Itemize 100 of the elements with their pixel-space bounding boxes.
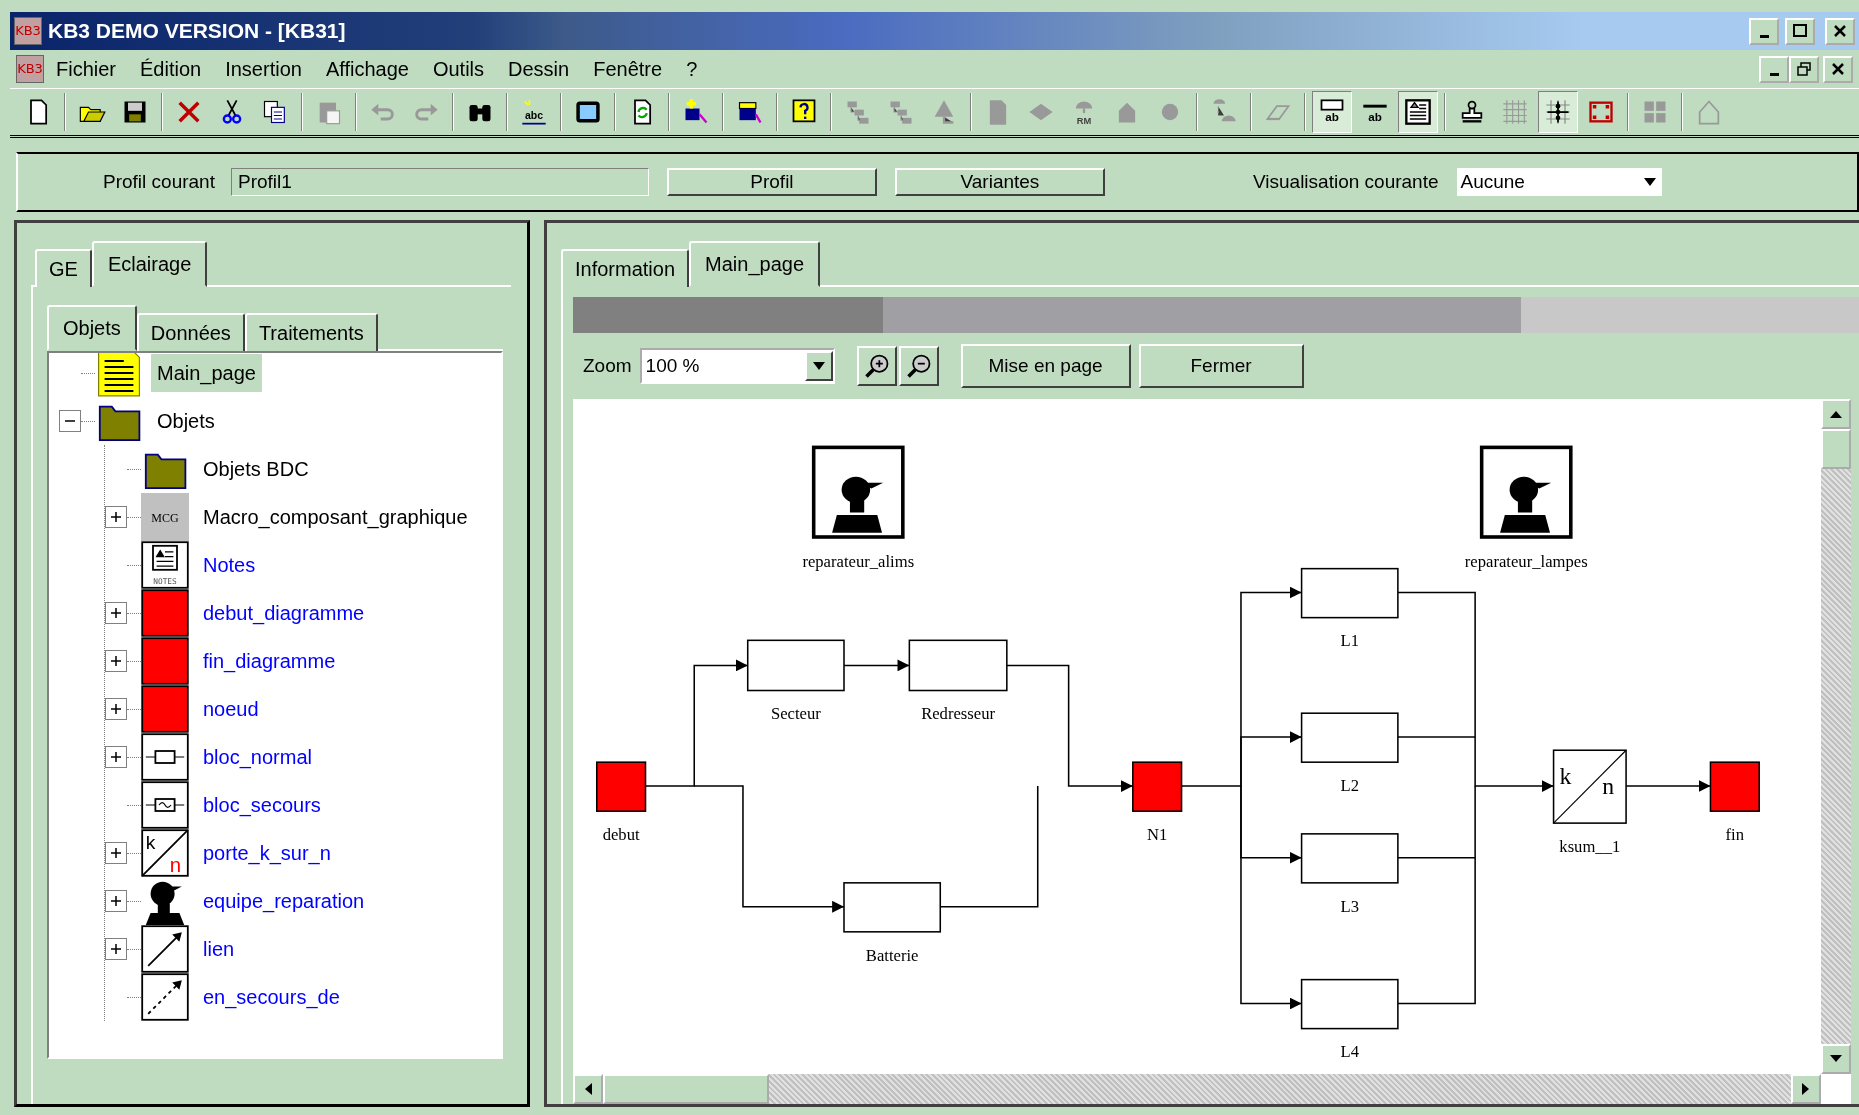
tree-item[interactable]: Macro_composant_graphique	[197, 498, 474, 536]
profile-button[interactable]: Variantes	[894, 168, 1105, 196]
node-label: reparateur_alims	[802, 552, 915, 572]
view-dropdown[interactable]: Aucune	[1456, 168, 1662, 196]
node-label: debut	[602, 824, 640, 844]
profile-button[interactable]: Profil	[666, 168, 877, 196]
zoom-dropdown[interactable]: 100 %	[639, 348, 835, 384]
arrow-left-icon	[584, 1083, 592, 1095]
gate-icon: k n	[141, 829, 189, 877]
event-node	[596, 761, 647, 812]
tree-item[interactable]: fin_diagramme	[197, 642, 342, 680]
menu-item[interactable]: Dessin	[496, 54, 582, 84]
snap-grid-icon	[1544, 98, 1572, 126]
connector-arrow	[843, 659, 911, 672]
plus-icon	[109, 894, 123, 908]
toolbar-button[interactable]	[1398, 91, 1438, 133]
menu-item[interactable]: Édition	[128, 54, 214, 84]
dropdown-arrow-icon	[811, 361, 826, 371]
menu-item[interactable]: Insertion	[213, 54, 314, 84]
tab[interactable]: Information	[561, 249, 690, 287]
scrollbar-thumb[interactable]	[1821, 429, 1851, 469]
block-icon	[141, 733, 189, 781]
node-label: Secteur	[770, 704, 821, 724]
node-label: L3	[1340, 896, 1359, 916]
menu-item[interactable]: Outils	[420, 54, 497, 84]
arrow-down-icon	[1830, 1055, 1842, 1063]
tree-item[interactable]: Objets BDC	[197, 450, 315, 488]
arrow-up-icon	[1830, 410, 1842, 418]
zoom-in-button[interactable]	[856, 346, 897, 386]
close-button[interactable]	[1825, 17, 1855, 45]
restore-icon	[1796, 62, 1812, 76]
toolbar-button[interactable]: ab	[1355, 91, 1395, 133]
expand-toggle[interactable]	[105, 602, 127, 624]
tree-item[interactable]: bloc_secours	[197, 786, 327, 824]
scrollbar-thumb[interactable]	[603, 1074, 769, 1104]
maximize-icon	[1792, 24, 1808, 38]
tree-item[interactable]: Objets	[151, 402, 221, 440]
expand-toggle[interactable]	[105, 506, 127, 528]
scroll-down-button[interactable]	[1821, 1044, 1851, 1074]
toolbar-button[interactable]: ab	[1312, 91, 1352, 133]
restore-button[interactable]	[1789, 55, 1819, 83]
expand-toggle[interactable]	[59, 410, 81, 432]
event-node	[1132, 761, 1183, 812]
app-logo: KB3	[14, 17, 42, 45]
tree-item[interactable]: en_secours_de	[197, 978, 346, 1016]
tree-item[interactable]: lien	[197, 930, 241, 968]
minimize-button[interactable]	[1759, 55, 1789, 83]
tree-item[interactable]: porte_k_sur_n	[197, 834, 337, 872]
plus-icon	[109, 942, 123, 956]
plus-icon	[109, 606, 123, 620]
macro-icon: MCG	[141, 493, 189, 541]
expand-toggle[interactable]	[105, 650, 127, 672]
tab[interactable]: Main_page	[689, 241, 821, 287]
field-label: Visualisation courante	[1252, 169, 1439, 194]
toolbar-text-button[interactable]: Fermer	[1138, 344, 1304, 388]
tree-item[interactable]: bloc_normal	[197, 738, 318, 776]
maximize-button[interactable]	[1785, 17, 1815, 45]
tab[interactable]: Objets	[47, 305, 137, 351]
expand-toggle[interactable]	[105, 746, 127, 768]
app-logo: KB3	[16, 55, 44, 83]
menu-item[interactable]: Affichage	[313, 54, 421, 84]
plus-icon	[109, 654, 123, 668]
expand-toggle[interactable]	[105, 842, 127, 864]
tab[interactable]: Données	[136, 313, 245, 351]
zoom-out-button[interactable]	[898, 346, 939, 386]
expand-toggle[interactable]	[105, 938, 127, 960]
node-label: L4	[1340, 1042, 1359, 1062]
vertical-scrollbar[interactable]	[1821, 399, 1851, 1074]
node-label: Redresseur	[921, 704, 996, 724]
plus-icon	[109, 510, 123, 524]
tab[interactable]: Eclairage	[91, 241, 208, 287]
menu-item[interactable]: Fenêtre	[581, 54, 675, 84]
toolbar-text-button[interactable]: Mise en page	[960, 344, 1131, 388]
horizontal-scrollbar[interactable]	[573, 1074, 1821, 1104]
toolbar-button[interactable]	[1538, 91, 1578, 133]
event-node	[1709, 761, 1760, 812]
dropdown-arrow-icon	[1642, 177, 1657, 187]
scroll-right-button[interactable]	[1791, 1074, 1821, 1104]
tree-item[interactable]: equipe_reparation	[197, 882, 371, 920]
node-label: reparateur_lampes	[1464, 552, 1588, 572]
close-button[interactable]	[1823, 55, 1853, 83]
field-label: Profil courant	[103, 169, 215, 194]
toolbar-button[interactable]: abc	[514, 91, 554, 133]
k-of-n-gate: k n	[1552, 749, 1627, 824]
tab[interactable]: GE	[35, 249, 92, 287]
scroll-up-button[interactable]	[1821, 399, 1851, 429]
tab[interactable]: Traitements	[244, 313, 378, 351]
menu-item[interactable]: ?	[674, 54, 710, 84]
tree-item[interactable]: debut_diagramme	[197, 594, 371, 632]
scroll-left-button[interactable]	[573, 1074, 603, 1104]
profile-field[interactable]: Profil1	[230, 168, 649, 196]
tree-item[interactable]: Notes	[197, 546, 262, 584]
tree-item[interactable]: noeud	[197, 690, 265, 728]
minimize-button[interactable]	[1749, 17, 1779, 45]
expand-toggle[interactable]	[105, 890, 127, 912]
expand-toggle[interactable]	[105, 698, 127, 720]
menu-item[interactable]: Fichier	[44, 54, 128, 84]
tree-item[interactable]: Main_page	[151, 354, 262, 392]
node-label: fin	[1725, 824, 1745, 844]
minimize-icon	[1769, 72, 1779, 76]
